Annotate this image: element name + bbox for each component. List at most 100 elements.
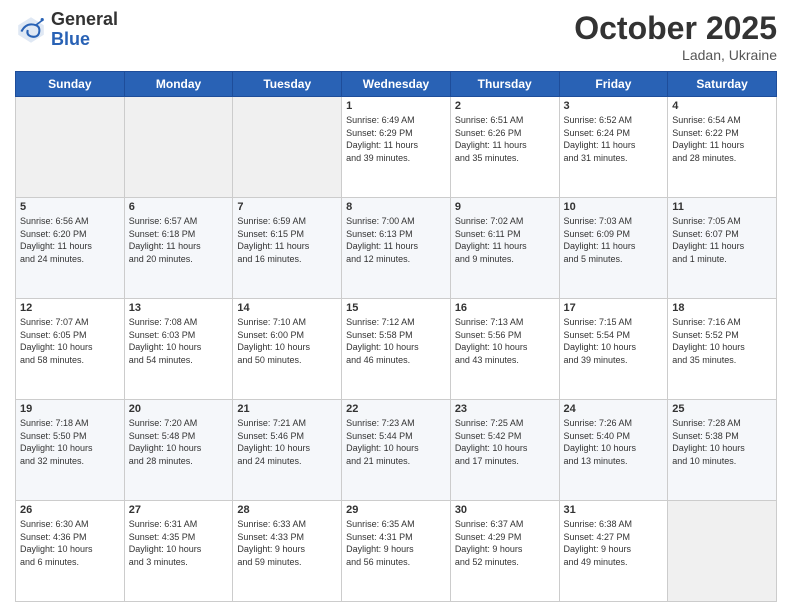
page: General Blue October 2025 Ladan, Ukraine…	[0, 0, 792, 612]
day-cell	[668, 501, 777, 602]
day-number: 20	[129, 403, 229, 415]
day-number: 18	[672, 302, 772, 314]
day-cell: 29 Sunrise: 6:35 AM Sunset: 4:31 PM Dayli…	[342, 501, 451, 602]
day-cell: 19Sunrise: 7:18 AM Sunset: 5:50 PM Dayli…	[16, 400, 125, 501]
day-info: Sunrise: 7:07 AM Sunset: 6:05 PM Dayligh…	[20, 316, 120, 366]
day-number: 3	[564, 100, 664, 112]
day-cell	[16, 97, 125, 198]
header: General Blue October 2025 Ladan, Ukraine	[15, 10, 777, 63]
day-info: Sunrise: 7:12 AM Sunset: 5:58 PM Dayligh…	[346, 316, 446, 366]
day-number: 15	[346, 302, 446, 314]
day-info: Sunrise: 6:37 AM Sunset: 4:29 PM Dayligh…	[455, 518, 555, 568]
day-cell: 1 Sunrise: 6:49 AM Sunset: 6:29 PM Daylig…	[342, 97, 451, 198]
day-cell: 17 Sunrise: 7:15 AM Sunset: 5:54 PM Dayli…	[559, 299, 668, 400]
day-info: Sunrise: 7:16 AM Sunset: 5:52 PM Dayligh…	[672, 316, 772, 366]
day-info: Sunrise: 6:38 AM Sunset: 4:27 PM Dayligh…	[564, 518, 664, 568]
day-cell: 24 Sunrise: 7:26 AM Sunset: 5:40 PM Dayli…	[559, 400, 668, 501]
logo-text: General Blue	[51, 10, 118, 50]
day-info: Sunrise: 7:13 AM Sunset: 5:56 PM Dayligh…	[455, 316, 555, 366]
day-cell: 8Sunrise: 7:00 AM Sunset: 6:13 PM Daylig…	[342, 198, 451, 299]
day-info: Sunrise: 7:20 AM Sunset: 5:48 PM Dayligh…	[129, 417, 229, 467]
day-info: Sunrise: 7:10 AM Sunset: 6:00 PM Dayligh…	[237, 316, 337, 366]
day-info: Sunrise: 7:26 AM Sunset: 5:40 PM Dayligh…	[564, 417, 664, 467]
week-row-3: 19Sunrise: 7:18 AM Sunset: 5:50 PM Dayli…	[16, 400, 777, 501]
day-cell	[124, 97, 233, 198]
day-number: 8	[346, 201, 446, 213]
day-number: 22	[346, 403, 446, 415]
day-number: 4	[672, 100, 772, 112]
day-cell: 20 Sunrise: 7:20 AM Sunset: 5:48 PM Dayli…	[124, 400, 233, 501]
month-title: October 2025	[574, 10, 777, 47]
day-info: Sunrise: 6:54 AM Sunset: 6:22 PM Dayligh…	[672, 114, 772, 164]
day-number: 5	[20, 201, 120, 213]
day-number: 1	[346, 100, 446, 112]
day-info: Sunrise: 7:28 AM Sunset: 5:38 PM Dayligh…	[672, 417, 772, 467]
day-number: 14	[237, 302, 337, 314]
day-info: Sunrise: 6:56 AM Sunset: 6:20 PM Dayligh…	[20, 215, 120, 265]
day-info: Sunrise: 7:08 AM Sunset: 6:03 PM Dayligh…	[129, 316, 229, 366]
day-number: 29	[346, 504, 446, 516]
day-info: Sunrise: 6:52 AM Sunset: 6:24 PM Dayligh…	[564, 114, 664, 164]
day-cell: 27Sunrise: 6:31 AM Sunset: 4:35 PM Dayli…	[124, 501, 233, 602]
day-cell: 28 Sunrise: 6:33 AM Sunset: 4:33 PM Dayli…	[233, 501, 342, 602]
day-number: 24	[564, 403, 664, 415]
day-number: 6	[129, 201, 229, 213]
week-row-2: 12Sunrise: 7:07 AM Sunset: 6:05 PM Dayli…	[16, 299, 777, 400]
day-number: 19	[20, 403, 120, 415]
weekday-header-monday: Monday	[124, 72, 233, 97]
week-row-1: 5 Sunrise: 6:56 AM Sunset: 6:20 PM Daylig…	[16, 198, 777, 299]
week-row-4: 26Sunrise: 6:30 AM Sunset: 4:36 PM Dayli…	[16, 501, 777, 602]
day-number: 21	[237, 403, 337, 415]
day-cell: 11Sunrise: 7:05 AM Sunset: 6:07 PM Dayli…	[668, 198, 777, 299]
weekday-header-tuesday: Tuesday	[233, 72, 342, 97]
day-number: 17	[564, 302, 664, 314]
day-cell: 22Sunrise: 7:23 AM Sunset: 5:44 PM Dayli…	[342, 400, 451, 501]
day-cell: 10Sunrise: 7:03 AM Sunset: 6:09 PM Dayli…	[559, 198, 668, 299]
weekday-header-row: SundayMondayTuesdayWednesdayThursdayFrid…	[16, 72, 777, 97]
day-info: Sunrise: 6:33 AM Sunset: 4:33 PM Dayligh…	[237, 518, 337, 568]
day-cell: 9 Sunrise: 7:02 AM Sunset: 6:11 PM Daylig…	[450, 198, 559, 299]
weekday-header-sunday: Sunday	[16, 72, 125, 97]
day-number: 25	[672, 403, 772, 415]
day-number: 30	[455, 504, 555, 516]
weekday-header-saturday: Saturday	[668, 72, 777, 97]
day-cell: 15 Sunrise: 7:12 AM Sunset: 5:58 PM Dayli…	[342, 299, 451, 400]
day-cell: 3 Sunrise: 6:52 AM Sunset: 6:24 PM Daylig…	[559, 97, 668, 198]
logo-icon	[15, 14, 47, 46]
weekday-header-thursday: Thursday	[450, 72, 559, 97]
weekday-header-friday: Friday	[559, 72, 668, 97]
location: Ladan, Ukraine	[574, 47, 777, 63]
day-number: 9	[455, 201, 555, 213]
day-cell: 6 Sunrise: 6:57 AM Sunset: 6:18 PM Daylig…	[124, 198, 233, 299]
day-number: 2	[455, 100, 555, 112]
day-cell: 4 Sunrise: 6:54 AM Sunset: 6:22 PM Daylig…	[668, 97, 777, 198]
day-cell: 16 Sunrise: 7:13 AM Sunset: 5:56 PM Dayli…	[450, 299, 559, 400]
day-info: Sunrise: 7:21 AM Sunset: 5:46 PM Dayligh…	[237, 417, 337, 467]
day-cell: 14 Sunrise: 7:10 AM Sunset: 6:00 PM Dayli…	[233, 299, 342, 400]
day-cell: 30 Sunrise: 6:37 AM Sunset: 4:29 PM Dayli…	[450, 501, 559, 602]
day-number: 7	[237, 201, 337, 213]
day-cell: 23Sunrise: 7:25 AM Sunset: 5:42 PM Dayli…	[450, 400, 559, 501]
day-cell: 12Sunrise: 7:07 AM Sunset: 6:05 PM Dayli…	[16, 299, 125, 400]
logo-general: General	[51, 9, 118, 29]
day-number: 10	[564, 201, 664, 213]
day-info: Sunrise: 6:30 AM Sunset: 4:36 PM Dayligh…	[20, 518, 120, 568]
day-cell: 13Sunrise: 7:08 AM Sunset: 6:03 PM Dayli…	[124, 299, 233, 400]
day-info: Sunrise: 6:57 AM Sunset: 6:18 PM Dayligh…	[129, 215, 229, 265]
day-cell: 2Sunrise: 6:51 AM Sunset: 6:26 PM Daylig…	[450, 97, 559, 198]
day-info: Sunrise: 6:31 AM Sunset: 4:35 PM Dayligh…	[129, 518, 229, 568]
day-info: Sunrise: 7:02 AM Sunset: 6:11 PM Dayligh…	[455, 215, 555, 265]
day-number: 28	[237, 504, 337, 516]
day-number: 23	[455, 403, 555, 415]
day-number: 11	[672, 201, 772, 213]
day-info: Sunrise: 6:35 AM Sunset: 4:31 PM Dayligh…	[346, 518, 446, 568]
day-info: Sunrise: 6:49 AM Sunset: 6:29 PM Dayligh…	[346, 114, 446, 164]
day-number: 16	[455, 302, 555, 314]
title-block: October 2025 Ladan, Ukraine	[574, 10, 777, 63]
week-row-0: 1 Sunrise: 6:49 AM Sunset: 6:29 PM Daylig…	[16, 97, 777, 198]
day-cell: 5 Sunrise: 6:56 AM Sunset: 6:20 PM Daylig…	[16, 198, 125, 299]
day-number: 31	[564, 504, 664, 516]
day-info: Sunrise: 7:15 AM Sunset: 5:54 PM Dayligh…	[564, 316, 664, 366]
day-cell: 25 Sunrise: 7:28 AM Sunset: 5:38 PM Dayli…	[668, 400, 777, 501]
logo-blue: Blue	[51, 29, 90, 49]
